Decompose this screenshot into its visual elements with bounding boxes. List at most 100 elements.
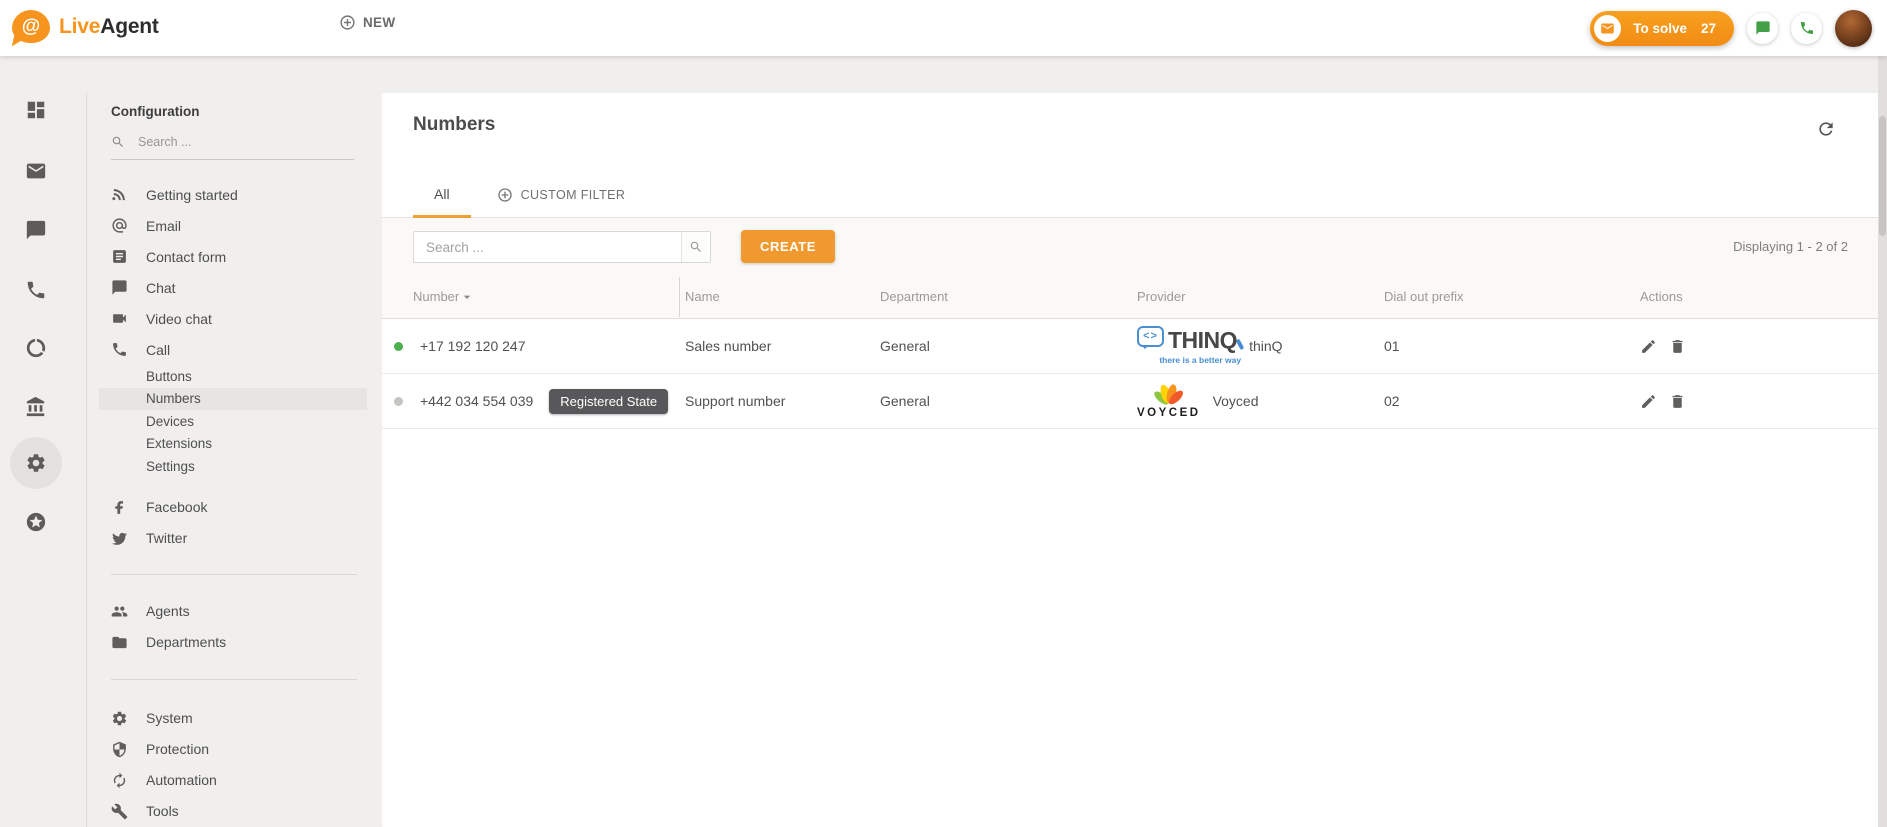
sidebar-item-label: Settings bbox=[146, 459, 195, 474]
pencil-icon bbox=[1640, 338, 1659, 355]
rail-item-ring[interactable] bbox=[25, 337, 49, 361]
sidebar-item-departments[interactable]: Departments bbox=[87, 627, 381, 658]
delete-button[interactable] bbox=[1669, 337, 1688, 356]
number-cell: +442 034 554 039Registered State bbox=[394, 389, 685, 414]
refresh-button[interactable] bbox=[1816, 118, 1838, 140]
column-header-actions: Actions bbox=[1640, 289, 1879, 304]
sidebar-subitem-extensions[interactable]: Extensions bbox=[87, 433, 381, 456]
sidebar-item-label: Automation bbox=[146, 772, 217, 788]
sidebar-subitem-numbers[interactable]: Numbers bbox=[99, 388, 367, 411]
sidebar-item-system[interactable]: System bbox=[87, 703, 381, 734]
sidebar-item-label: Email bbox=[146, 218, 181, 234]
calls-button[interactable] bbox=[1791, 13, 1822, 44]
sidebar-item-label: Departments bbox=[146, 634, 226, 650]
scrollbar[interactable] bbox=[1878, 56, 1887, 827]
create-button[interactable]: CREATE bbox=[741, 230, 835, 263]
sidebar-item-agents[interactable]: Agents bbox=[87, 596, 381, 627]
page-title: Numbers bbox=[413, 114, 495, 136]
people-icon bbox=[111, 603, 128, 620]
sidebar-item-label: Getting started bbox=[146, 187, 238, 203]
plus-circle-icon bbox=[339, 14, 356, 31]
new-button[interactable]: NEW bbox=[333, 13, 401, 32]
sidebar-item-label: Chat bbox=[146, 280, 176, 296]
tab-custom-filter[interactable]: CUSTOM FILTER bbox=[497, 187, 626, 218]
phone-icon bbox=[1799, 20, 1815, 36]
sidebar-item-label: Video chat bbox=[146, 311, 212, 327]
app-logo: @ LiveAgent bbox=[12, 10, 159, 43]
table-header-area: CREATE Displaying 1 - 2 of 2 Number Name… bbox=[382, 218, 1879, 319]
sidebar-item-label: Agents bbox=[146, 603, 190, 619]
table-search-input[interactable] bbox=[414, 232, 681, 262]
sidebar-item-label: Twitter bbox=[146, 530, 187, 546]
sidebar-item-facebook[interactable]: Facebook bbox=[87, 492, 381, 523]
sidebar-item-chat[interactable]: Chat bbox=[87, 272, 381, 303]
sidebar-item-twitter[interactable]: Twitter bbox=[87, 523, 381, 554]
phone-icon bbox=[111, 341, 128, 358]
avatar[interactable] bbox=[1835, 10, 1872, 47]
table-header-row: Number Name Department Provider Dial out… bbox=[382, 275, 1879, 319]
panel-header: Numbers All CUSTOM FILTER bbox=[382, 93, 1879, 218]
sidebar-item-label: Call bbox=[146, 342, 170, 358]
sidebar-search-input[interactable] bbox=[136, 134, 354, 150]
refresh-icon bbox=[1816, 119, 1838, 139]
rail-item-gear[interactable] bbox=[25, 452, 49, 476]
department-cell: General bbox=[880, 338, 1137, 354]
table-search-button[interactable] bbox=[681, 232, 710, 262]
twitter-icon bbox=[111, 530, 128, 547]
sidebar-subitem-buttons[interactable]: Buttons bbox=[87, 365, 381, 388]
chats-button[interactable] bbox=[1747, 13, 1778, 44]
to-solve-label: To solve bbox=[1633, 21, 1687, 36]
app-logo-text: LiveAgent bbox=[59, 15, 159, 39]
search-icon bbox=[689, 240, 703, 254]
rail-item-mail[interactable] bbox=[25, 160, 49, 184]
gear-icon bbox=[111, 710, 128, 727]
top-bar: @ LiveAgent NEW To solve 27 bbox=[0, 0, 1887, 56]
rail-item-star[interactable] bbox=[25, 511, 49, 535]
star-icon bbox=[25, 511, 49, 533]
left-rail bbox=[0, 56, 86, 827]
sidebar-item-video-chat[interactable]: Video chat bbox=[87, 303, 381, 334]
column-header-name[interactable]: Name bbox=[685, 289, 880, 304]
column-header-provider[interactable]: Provider bbox=[1137, 289, 1384, 304]
provider-name: thinQ bbox=[1249, 338, 1282, 354]
sidebar-item-label: Devices bbox=[146, 414, 194, 429]
sidebar-item-tools[interactable]: Tools bbox=[87, 796, 381, 827]
delete-button[interactable] bbox=[1669, 392, 1688, 411]
rail-item-chat[interactable] bbox=[25, 219, 49, 243]
sidebar-item-contact-form[interactable]: Contact form bbox=[87, 241, 381, 272]
table-search bbox=[413, 231, 711, 263]
shield-icon bbox=[111, 741, 128, 758]
at-icon bbox=[111, 217, 128, 234]
sidebar-item-automation[interactable]: Automation bbox=[87, 765, 381, 796]
tab-all[interactable]: All bbox=[413, 186, 471, 218]
scrollbar-thumb[interactable] bbox=[1879, 116, 1886, 236]
pagination-status: Displaying 1 - 2 of 2 bbox=[1733, 239, 1848, 254]
thinq-logo: <>THINQthere is a better way bbox=[1137, 327, 1237, 366]
column-header-department[interactable]: Department bbox=[880, 289, 1137, 304]
to-solve-count: 27 bbox=[1701, 21, 1716, 36]
thinq-bubble-icon: <> bbox=[1137, 326, 1164, 347]
sidebar-item-getting-started[interactable]: Getting started bbox=[87, 179, 381, 210]
envelope-icon bbox=[1600, 21, 1615, 36]
sidebar-subitem-devices[interactable]: Devices bbox=[87, 410, 381, 433]
table-row: +17 192 120 247Sales numberGeneral<>THIN… bbox=[382, 319, 1879, 374]
trash-icon bbox=[1669, 338, 1688, 355]
rail-item-phone[interactable] bbox=[25, 279, 49, 303]
voyced-logo: VOYCED bbox=[1137, 383, 1201, 419]
chat-icon bbox=[111, 279, 128, 296]
sidebar-subitem-settings[interactable]: Settings bbox=[87, 455, 381, 478]
provider-cell: VOYCEDVoyced bbox=[1137, 383, 1384, 419]
sidebar-item-protection[interactable]: Protection bbox=[87, 734, 381, 765]
sidebar-item-call[interactable]: Call bbox=[87, 334, 381, 365]
sidebar-item-email[interactable]: Email bbox=[87, 210, 381, 241]
rail-item-bank[interactable] bbox=[25, 396, 49, 420]
dial-out-prefix-cell: 02 bbox=[1384, 393, 1640, 409]
edit-button[interactable] bbox=[1640, 337, 1659, 356]
rail-item-grid[interactable] bbox=[25, 99, 49, 123]
column-header-number[interactable]: Number bbox=[413, 289, 685, 305]
sidebar-item-label: Tools bbox=[146, 803, 179, 819]
column-header-dial-out-prefix[interactable]: Dial out prefix bbox=[1384, 289, 1640, 304]
status-dot bbox=[394, 397, 403, 406]
to-solve-button[interactable]: To solve 27 bbox=[1590, 11, 1734, 46]
edit-button[interactable] bbox=[1640, 392, 1659, 411]
